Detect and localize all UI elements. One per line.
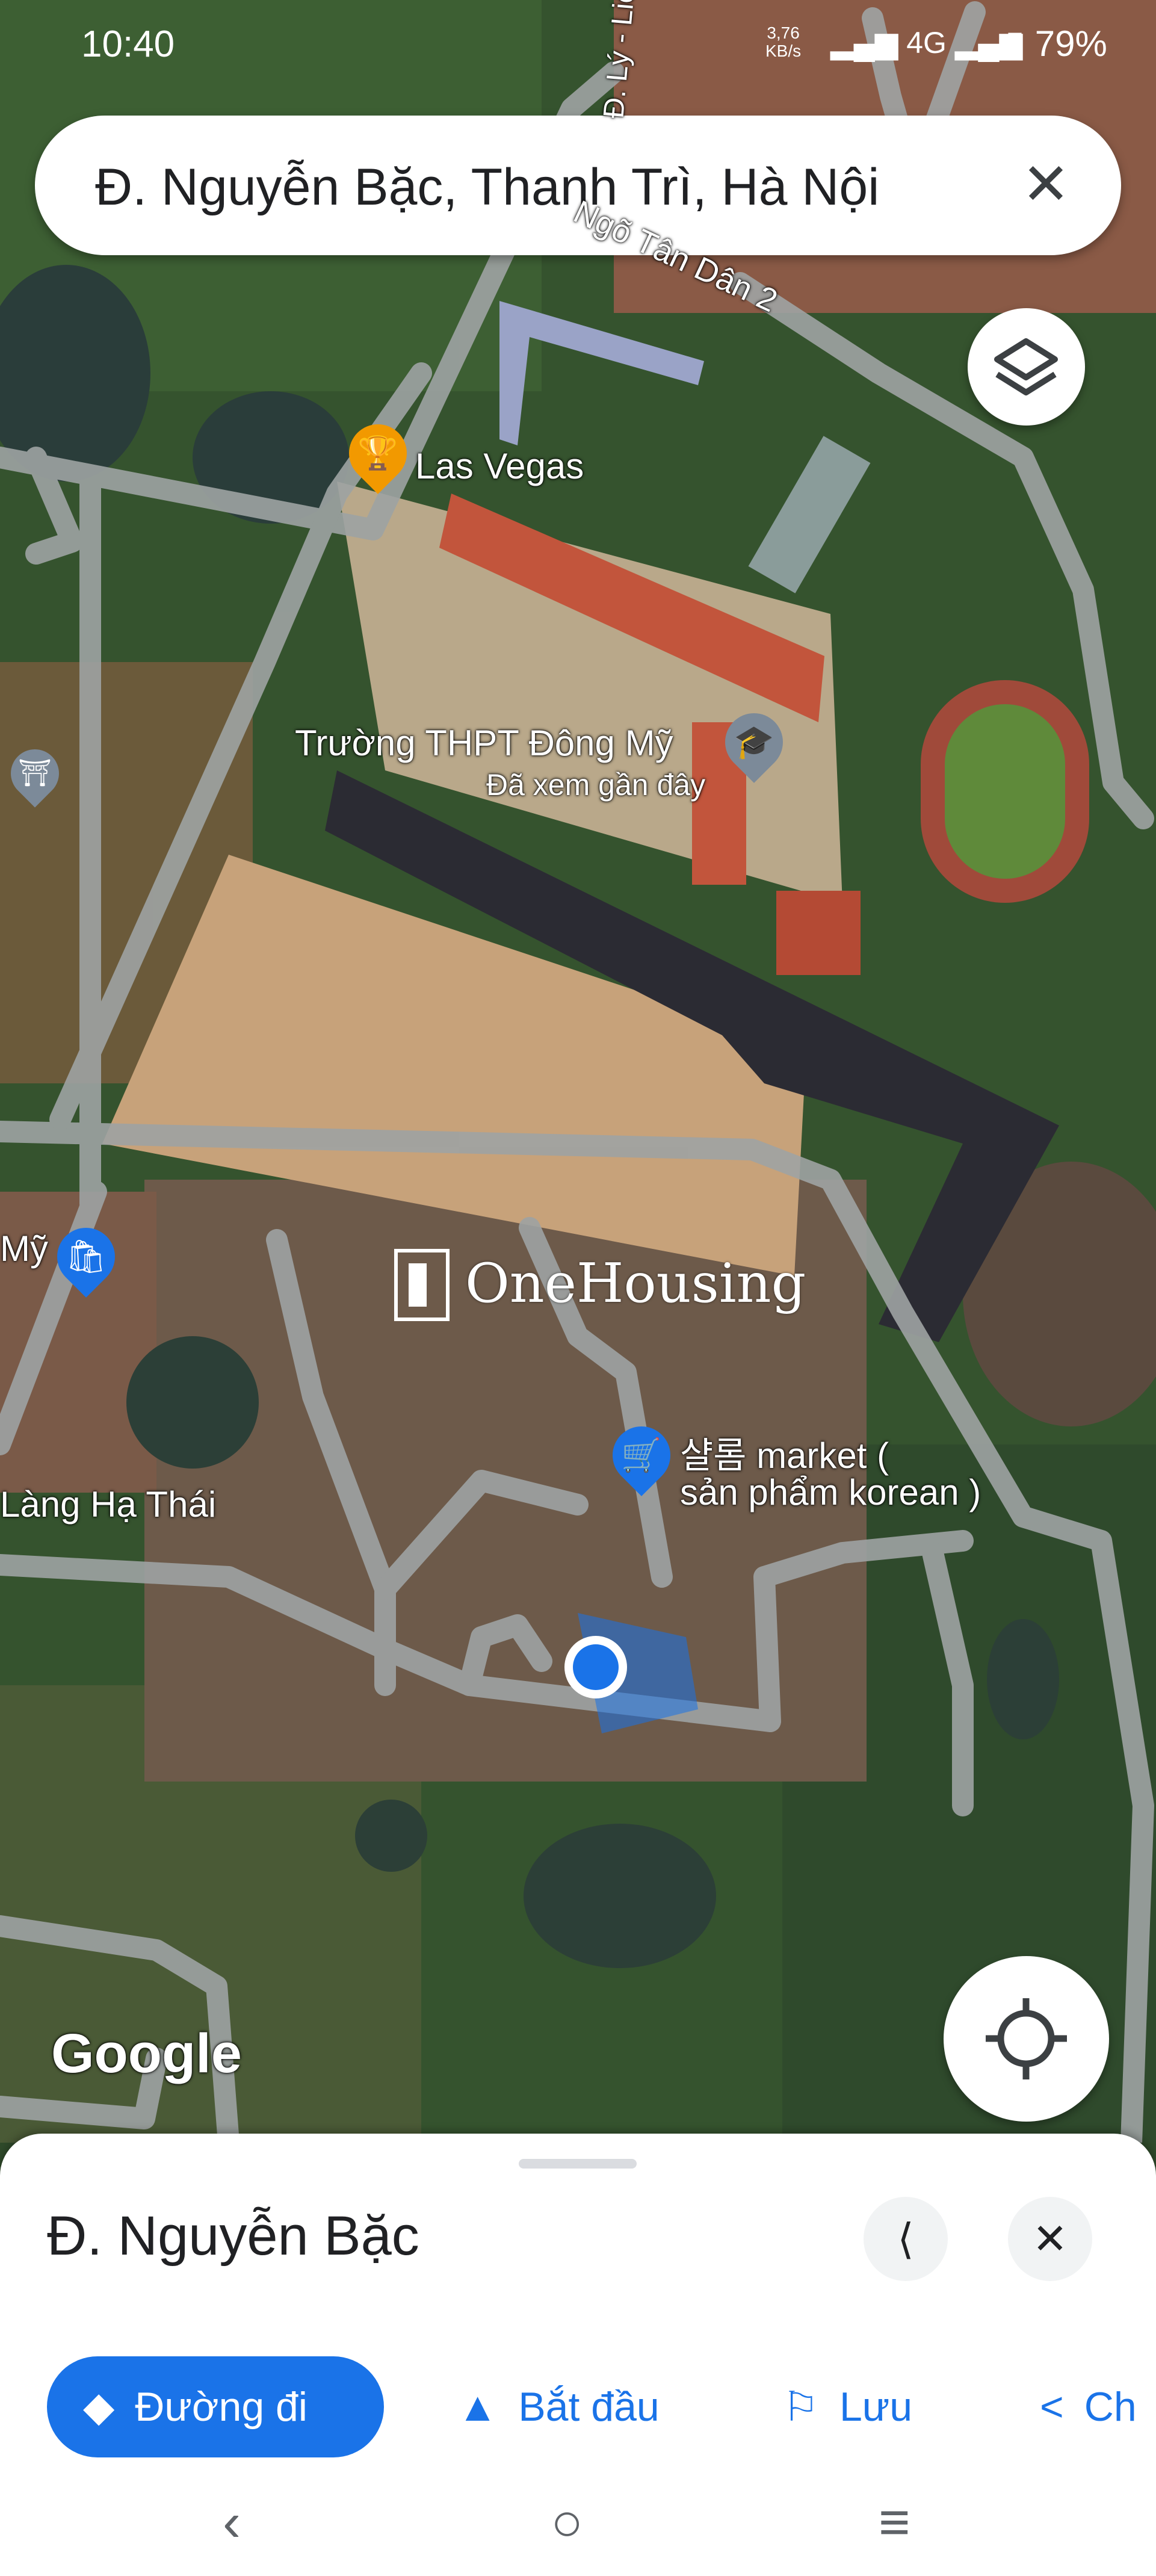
battery: ▮ 79% [1005,23,1107,65]
pin-marker: 🎓 [713,701,795,783]
network-speed: 3,76 KB/s [765,24,801,60]
start-button[interactable]: ▲ Bắt đầu [421,2356,698,2457]
directions-label: Đường đi [135,2384,308,2430]
close-icon: ✕ [1032,2215,1068,2262]
save-label: Lưu [839,2384,913,2430]
watermark-logo [394,1249,450,1321]
save-button[interactable]: ⚐ Lưu [746,2356,951,2457]
share-icon: < [1040,2384,1064,2430]
signal-indicator: ▂▄▆ 4G ▂▄▆ [830,25,1022,60]
share-button[interactable]: ⟨ [864,2197,948,2281]
layers-icon [994,338,1058,395]
temple-pin[interactable]: ⛩ [1,739,69,808]
network-type: 4G [906,26,947,60]
back-icon[interactable]: ‹ [223,2492,241,2554]
drag-handle[interactable] [519,2159,637,2169]
battery-icon: ▮ [1005,23,1025,64]
shopping-cart-icon: 🛒 [621,1437,662,1473]
crosshair-icon [986,1998,1067,2079]
school-icon: 🎓 [734,724,774,760]
start-label: Bắt đầu [518,2384,660,2430]
google-attribution: Google [51,2023,242,2084]
place-label-line2: sản phẩm korean ) [680,1472,981,1512]
share-chip-button[interactable]: < Ch [1011,2356,1156,2457]
place-title: Đ. Nguyễn Bặc [47,2205,419,2267]
battery-percent: 79% [1034,23,1107,64]
signal-bars-icon: ▂▄▆ [830,26,898,60]
pin-marker: 🏆 [337,412,419,494]
close-icon[interactable]: ✕ [1013,152,1079,218]
share-icon: ⟨ [897,2215,914,2262]
bookmark-icon: ⚐ [782,2384,819,2430]
status-bar: 10:40 3,76 KB/s ▂▄▆ 4G ▂▄▆ ▮ 79% [0,0,1156,90]
status-time: 10:40 [81,23,175,65]
pin-marker: 🛍 [45,1216,127,1298]
close-sheet-button[interactable]: ✕ [1008,2197,1092,2281]
place-label-village[interactable]: Làng Hạ Thái [0,1484,216,1525]
temple-icon: ⛩ [18,758,52,788]
search-bar[interactable]: Đ. Nguyễn Bặc, Thanh Trì, Hà Nội ✕ [35,116,1121,255]
share-chip-label: Ch [1084,2384,1137,2430]
network-speed-value: 3,76 [767,23,800,42]
place-label: Trường THPT Đông Mỹ [295,723,673,763]
directions-button[interactable]: ◆ Đường đi [47,2356,384,2457]
place-subtitle: Đã xem gần đây [486,768,706,802]
pin-marker: 🛒 [601,1414,682,1496]
recent-apps-icon[interactable]: ≡ [879,2492,910,2554]
network-speed-unit: KB/s [765,42,802,60]
place-label: 샬롬 market ( [680,1435,889,1476]
place-label: Mỹ [0,1228,48,1269]
home-icon[interactable]: ○ [551,2492,583,2554]
shopping-bag-icon: 🛍 [65,1239,107,1275]
watermark-text: OneHousing [465,1252,806,1315]
directions-icon: ◆ [83,2384,115,2430]
system-nav-bar: ‹ ○ ≡ [0,2468,1156,2576]
search-query[interactable]: Đ. Nguyễn Bặc, Thanh Trì, Hà Nội [95,158,879,217]
trophy-icon: 🏆 [357,435,398,471]
my-location-button[interactable] [944,1956,1109,2122]
layers-button[interactable] [968,308,1085,426]
place-label: Las Vegas [415,446,584,486]
navigation-arrow-icon: ▲ [457,2384,498,2430]
